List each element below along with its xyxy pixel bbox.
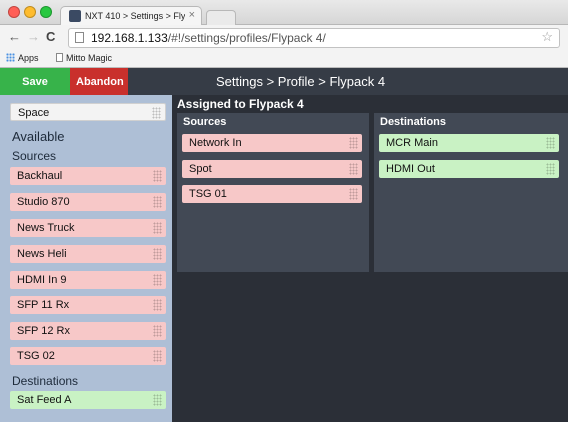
- drag-handle-icon[interactable]: [152, 107, 161, 119]
- assigned-destination-mcr-main[interactable]: MCR Main: [379, 134, 559, 152]
- drag-handle-icon[interactable]: [153, 394, 162, 406]
- destinations-heading: Destinations: [12, 374, 79, 388]
- tab-title: NXT 410 > Settings > Flyp: [85, 11, 185, 21]
- drag-handle-icon[interactable]: [546, 163, 555, 175]
- assigned-sources-panel[interactable]: Sources Network In Spot TSG 01: [177, 113, 369, 272]
- window-maximize-button[interactable]: [40, 6, 52, 18]
- available-sidebar: Space Available Sources Backhaul Studio …: [0, 95, 172, 422]
- tab-close-icon[interactable]: ×: [189, 9, 195, 21]
- browser-tab[interactable]: NXT 410 > Settings > Flyp ×: [60, 6, 202, 25]
- source-item-label: SFP 11 Rx: [17, 299, 70, 311]
- source-item-label: TSG 02: [17, 350, 55, 362]
- destination-item-sat-feed-a[interactable]: Sat Feed A: [10, 391, 166, 409]
- window-close-button[interactable]: [8, 6, 20, 18]
- destination-item-label: MCR Main: [386, 137, 438, 149]
- bookmarks-bar: Apps Mitto Magic: [0, 50, 568, 68]
- source-item-news-truck[interactable]: News Truck: [10, 219, 166, 237]
- destination-item-label: Sat Feed A: [17, 394, 72, 406]
- bookmark-apps-label: Apps: [18, 53, 39, 63]
- assigned-source-network-in[interactable]: Network In: [182, 134, 362, 152]
- browser-titlebar: NXT 410 > Settings > Flyp ×: [0, 0, 568, 25]
- drag-handle-icon[interactable]: [153, 274, 162, 286]
- save-button[interactable]: Save: [0, 68, 70, 95]
- drag-handle-icon[interactable]: [153, 196, 162, 208]
- drag-handle-icon[interactable]: [349, 163, 358, 175]
- source-item-label: TSG 01: [189, 188, 227, 200]
- drag-handle-icon[interactable]: [349, 188, 358, 200]
- source-item-news-heli[interactable]: News Heli: [10, 245, 166, 263]
- source-item-label: News Heli: [17, 248, 67, 260]
- new-tab-button[interactable]: [206, 10, 236, 25]
- source-item-backhaul[interactable]: Backhaul: [10, 167, 166, 185]
- assigned-destinations-panel[interactable]: Destinations MCR Main HDMI Out: [374, 113, 568, 272]
- assigned-source-tsg-01[interactable]: TSG 01: [182, 185, 362, 203]
- url-path: /#!/settings/profiles/Flypack 4/: [167, 31, 326, 45]
- drag-handle-icon[interactable]: [153, 299, 162, 311]
- window-minimize-button[interactable]: [24, 6, 36, 18]
- back-arrow-icon[interactable]: ←: [8, 30, 21, 44]
- drag-handle-icon[interactable]: [153, 325, 162, 337]
- abandon-button[interactable]: Abandon: [70, 68, 128, 95]
- source-item-label: HDMI In 9: [17, 274, 67, 286]
- source-item-label: Backhaul: [17, 170, 63, 182]
- space-item[interactable]: Space: [10, 103, 166, 121]
- assigned-sources-heading: Sources: [183, 116, 227, 128]
- drag-handle-icon[interactable]: [153, 222, 162, 234]
- url-text[interactable]: 192.168.1.133/#!/settings/profiles/Flypa…: [91, 31, 326, 45]
- assigned-destinations-heading: Destinations: [380, 116, 447, 128]
- document-icon: [56, 53, 63, 62]
- bookmark-mitto-label: Mitto Magic: [66, 53, 113, 63]
- source-item-sfp-12-rx[interactable]: SFP 12 Rx: [10, 322, 166, 340]
- drag-handle-icon[interactable]: [153, 350, 162, 362]
- url-host: 192.168.1.133: [91, 31, 168, 45]
- forward-arrow-icon[interactable]: →: [27, 30, 40, 44]
- source-item-tsg-02[interactable]: TSG 02: [10, 347, 166, 365]
- page-icon: [75, 32, 84, 43]
- destination-item-label: HDMI Out: [386, 163, 435, 175]
- source-item-sfp-11-rx[interactable]: SFP 11 Rx: [10, 296, 166, 314]
- page-title: Settings > Profile > Flypack 4: [216, 74, 386, 89]
- space-label: Space: [18, 107, 50, 119]
- address-bar[interactable]: 192.168.1.133/#!/settings/profiles/Flypa…: [68, 28, 560, 48]
- apps-grid-icon: [6, 53, 15, 62]
- assigned-destination-hdmi-out[interactable]: HDMI Out: [379, 160, 559, 178]
- bookmark-mitto-magic[interactable]: Mitto Magic: [56, 52, 112, 64]
- reload-icon[interactable]: C: [46, 30, 55, 44]
- source-item-label: Studio 870: [17, 196, 70, 208]
- assigned-source-spot[interactable]: Spot: [182, 160, 362, 178]
- source-item-label: News Truck: [17, 222, 75, 234]
- assigned-heading: Assigned to Flypack 4: [177, 97, 304, 111]
- source-item-label: Spot: [189, 163, 212, 175]
- bookmark-apps[interactable]: Apps: [6, 52, 39, 64]
- browser-toolbar: ← → C 192.168.1.133/#!/settings/profiles…: [0, 25, 568, 50]
- source-item-label: Network In: [189, 137, 242, 149]
- app-header: Save Abandon Settings > Profile > Flypac…: [0, 68, 568, 95]
- drag-handle-icon[interactable]: [546, 137, 555, 149]
- drag-handle-icon[interactable]: [153, 248, 162, 260]
- available-heading: Available: [12, 129, 65, 144]
- drag-handle-icon[interactable]: [153, 170, 162, 182]
- bookmark-star-icon[interactable]: ☆: [541, 30, 553, 44]
- source-item-hdmi-in-9[interactable]: HDMI In 9: [10, 271, 166, 289]
- drag-handle-icon[interactable]: [349, 137, 358, 149]
- source-item-studio-870[interactable]: Studio 870: [10, 193, 166, 211]
- sources-heading: Sources: [12, 149, 57, 163]
- tab-favicon-icon: [69, 10, 81, 22]
- source-item-label: SFP 12 Rx: [17, 325, 70, 337]
